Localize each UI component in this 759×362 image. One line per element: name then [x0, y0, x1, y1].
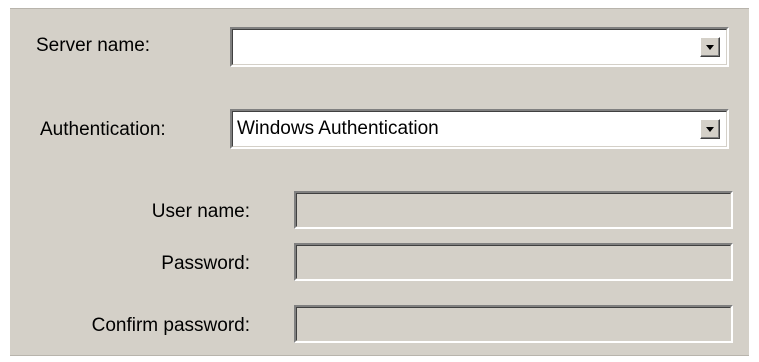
confirm-password-label: Confirm password: [91, 315, 250, 336]
confirm-password-input[interactable] [294, 305, 733, 343]
password-field[interactable] [296, 245, 731, 279]
password-label: Password: [161, 253, 250, 274]
authentication-field[interactable]: Windows Authentication [232, 111, 727, 147]
user-name-field[interactable] [296, 193, 731, 227]
authentication-dropdown-button[interactable] [700, 119, 720, 139]
password-input[interactable] [294, 243, 733, 281]
user-name-label: User name: [151, 201, 250, 222]
user-name-input[interactable] [294, 191, 733, 229]
confirm-password-field[interactable] [296, 307, 731, 341]
server-name-label: Server name: [36, 35, 151, 56]
chevron-down-icon [706, 127, 714, 132]
authentication-value: Windows Authentication [237, 118, 439, 139]
authentication-combobox[interactable]: Windows Authentication [230, 109, 729, 149]
server-name-dropdown-button[interactable] [700, 37, 720, 57]
connection-settings-panel: Server name: Authentication: Windows Aut… [10, 8, 749, 356]
chevron-down-icon [706, 45, 714, 50]
server-name-combobox[interactable] [230, 27, 729, 67]
authentication-label: Authentication: [40, 119, 166, 140]
server-name-field[interactable] [232, 29, 727, 65]
